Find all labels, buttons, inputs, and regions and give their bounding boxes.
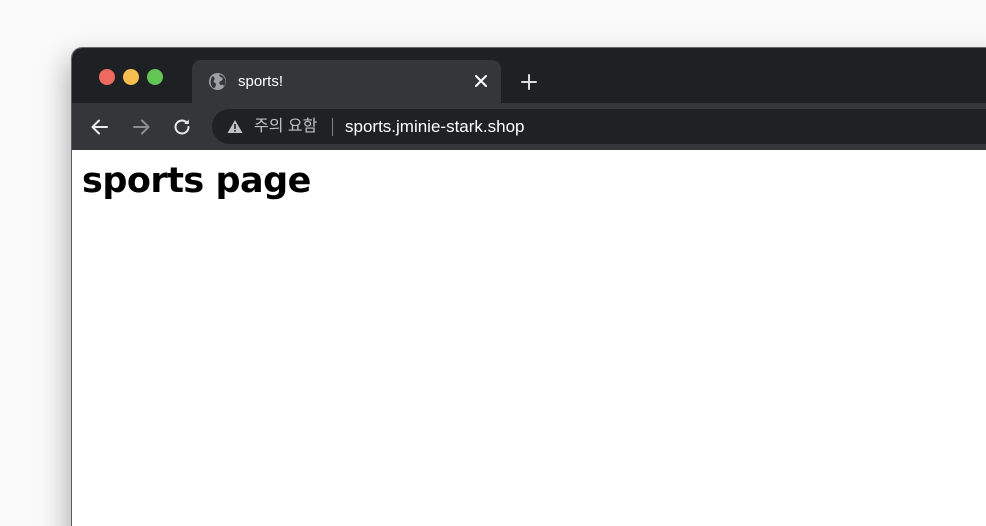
window-minimize-button[interactable] xyxy=(123,69,139,85)
reload-icon[interactable] xyxy=(171,116,193,138)
arrow-left-icon[interactable] xyxy=(89,116,111,138)
warning-icon[interactable] xyxy=(227,119,243,134)
url-text[interactable]: sports.jminie-stark.shop xyxy=(345,117,525,136)
close-icon[interactable] xyxy=(473,73,489,89)
tab-sports[interactable]: sports! xyxy=(192,60,501,103)
page-heading: sports page xyxy=(82,161,311,201)
browser-window: sports! 주의 요함 sports.jminie-stark.shop s… xyxy=(72,48,986,526)
title-bar: sports! xyxy=(72,48,986,103)
tab-title: sports! xyxy=(238,73,284,90)
omnibox-divider xyxy=(332,118,333,136)
globe-icon xyxy=(208,72,227,91)
browser-toolbar: 주의 요함 sports.jminie-stark.shop xyxy=(72,103,986,150)
plus-icon[interactable] xyxy=(520,73,538,91)
window-maximize-button[interactable] xyxy=(147,69,163,85)
page-content: sports page xyxy=(72,150,986,526)
desktop: sports! 주의 요함 sports.jminie-stark.shop s… xyxy=(0,0,986,526)
traffic-lights xyxy=(99,69,163,85)
address-bar[interactable]: 주의 요함 sports.jminie-stark.shop xyxy=(212,109,986,144)
arrow-right-icon[interactable] xyxy=(130,116,152,138)
window-close-button[interactable] xyxy=(99,69,115,85)
security-status-label[interactable]: 주의 요함 xyxy=(254,117,317,136)
